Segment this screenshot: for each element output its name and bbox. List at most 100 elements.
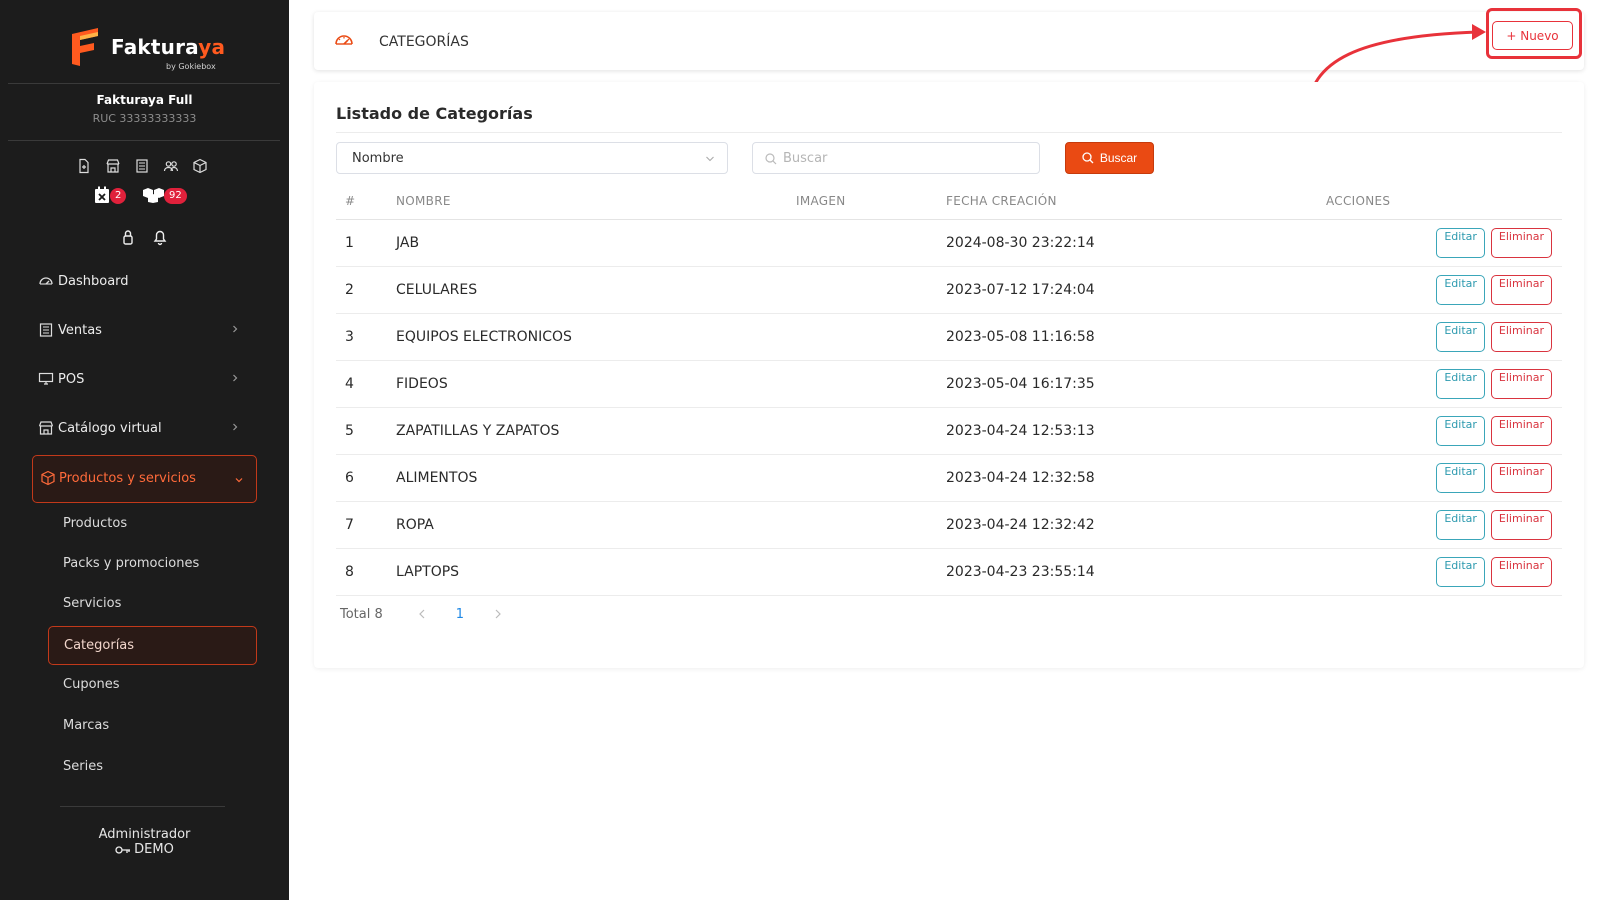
user-actions	[120, 228, 168, 246]
cell-image	[796, 501, 946, 549]
chevron-down-icon	[235, 478, 243, 483]
chevron-left-icon[interactable]	[418, 609, 426, 619]
cell-index: 6	[336, 454, 396, 502]
cell-name: ZAPATILLAS Y ZAPATOS	[396, 407, 796, 455]
nav-item-catalogo-virtual[interactable]: Catálogo virtual	[38, 413, 250, 443]
cell-index: 8	[336, 548, 396, 596]
delete-button[interactable]: Eliminar	[1490, 227, 1552, 258]
cell-image	[796, 454, 946, 502]
brand-logo[interactable]: Fakturaya by Gokiebox	[68, 24, 228, 74]
edit-button[interactable]: Editar	[1436, 462, 1485, 493]
delete-button[interactable]: Eliminar	[1490, 556, 1552, 587]
delete-button[interactable]: Eliminar	[1490, 321, 1552, 352]
delete-button[interactable]: Eliminar	[1490, 415, 1552, 446]
cell-index: 2	[336, 266, 396, 314]
table-header-row: # NOMBRE IMAGEN FECHA CREACIÓN ACCIONES	[336, 183, 1562, 220]
cell-index: 3	[336, 313, 396, 361]
chevron-right-icon	[233, 374, 238, 382]
edit-button[interactable]: Editar	[1436, 321, 1485, 352]
cell-actions: Editar Eliminar	[1326, 501, 1562, 549]
pending-docs-count-badge: 2	[110, 188, 127, 204]
company-name: Fakturaya Full	[96, 93, 193, 107]
list-title: Listado de Categorías	[336, 104, 533, 123]
subnav-item-productos[interactable]: Productos	[63, 516, 127, 531]
cell-name: EQUIPOS ELECTRONICOS	[396, 313, 796, 361]
receipt-icon	[39, 323, 53, 337]
pagination: Total 8 1	[340, 604, 519, 624]
calendar-x-icon	[95, 186, 109, 203]
edit-button[interactable]: Editar	[1436, 274, 1485, 305]
table-row: 1 JAB 2024-08-30 23:22:14 Editar Eliminar	[336, 219, 1562, 267]
receipt-icon[interactable]	[134, 158, 150, 174]
delete-button[interactable]: Eliminar	[1490, 274, 1552, 305]
sidebar-divider	[8, 140, 280, 141]
nav-label: Productos y servicios	[59, 471, 196, 486]
edit-button[interactable]: Editar	[1436, 415, 1485, 446]
cell-actions: Editar Eliminar	[1326, 266, 1562, 314]
delete-button[interactable]: Eliminar	[1490, 462, 1552, 493]
subnav-item-series[interactable]: Series	[63, 759, 103, 774]
filter-field-select[interactable]: Nombre	[336, 142, 728, 174]
search-box	[752, 142, 1040, 174]
users-icon[interactable]	[163, 158, 179, 174]
cell-index: 1	[336, 219, 396, 267]
brand-byline: by Gokiebox	[166, 62, 216, 71]
subnav-item-packs[interactable]: Packs y promociones	[63, 556, 199, 571]
nav-item-dashboard[interactable]: Dashboard	[38, 266, 250, 296]
brand-name: Fakturaya	[111, 35, 226, 59]
gauge-icon	[335, 35, 353, 45]
file-plus-icon[interactable]	[76, 158, 92, 174]
delete-button[interactable]: Eliminar	[1490, 509, 1552, 540]
cell-date: 2023-04-24 12:53:13	[946, 407, 1326, 455]
nav-item-productos-servicios[interactable]: Productos y servicios	[32, 455, 257, 503]
box-icon[interactable]	[192, 158, 208, 174]
column-header-image: IMAGEN	[796, 183, 946, 220]
cell-date: 2023-07-12 17:24:04	[946, 266, 1326, 314]
table-row: 3 EQUIPOS ELECTRONICOS 2023-05-08 11:16:58…	[336, 313, 1562, 361]
subnav-item-marcas[interactable]: Marcas	[63, 718, 109, 733]
search-button[interactable]: Buscar	[1065, 142, 1154, 174]
sidebar: Fakturaya by Gokiebox Fakturaya Full RUC…	[0, 0, 289, 900]
cell-name: LAPTOPS	[396, 548, 796, 596]
nav-item-ventas[interactable]: Ventas	[38, 315, 250, 345]
pagination-total: Total 8	[340, 606, 383, 622]
column-header-date: FECHA CREACIÓN	[946, 183, 1326, 220]
nav-item-pos[interactable]: POS	[38, 364, 250, 394]
new-category-button[interactable]: + Nuevo	[1492, 21, 1573, 50]
cell-actions: Editar Eliminar	[1326, 548, 1562, 596]
search-input[interactable]	[783, 143, 1033, 173]
company-ruc: RUC 33333333333	[92, 112, 197, 125]
table-row: 8 LAPTOPS 2023-04-23 23:55:14 Editar Elimina…	[336, 548, 1562, 596]
cell-image	[796, 360, 946, 408]
edit-button[interactable]: Editar	[1436, 509, 1485, 540]
cell-index: 5	[336, 407, 396, 455]
table-row: 7 ROPA 2023-04-24 12:32:42 Editar Eliminar	[336, 501, 1562, 549]
cell-name: ROPA	[396, 501, 796, 549]
cell-date: 2023-05-08 11:16:58	[946, 313, 1326, 361]
store-icon[interactable]	[105, 158, 121, 174]
notification-badges: 2 92	[92, 186, 212, 208]
cell-image	[796, 313, 946, 361]
bell-icon[interactable]	[152, 228, 168, 246]
chevron-down-icon	[706, 156, 714, 162]
pagination-page-current[interactable]: 1	[456, 607, 464, 622]
edit-button[interactable]: Editar	[1436, 556, 1485, 587]
subnav-item-cupones[interactable]: Cupones	[63, 677, 120, 692]
sidebar-divider	[8, 83, 280, 84]
user-name[interactable]: DEMO	[0, 842, 289, 857]
edit-button[interactable]: Editar	[1436, 227, 1485, 258]
cell-actions: Editar Eliminar	[1326, 313, 1562, 361]
edit-button[interactable]: Editar	[1436, 368, 1485, 399]
lock-icon[interactable]	[120, 228, 136, 246]
search-icon	[765, 153, 777, 165]
cell-image	[796, 219, 946, 267]
delete-button[interactable]: Eliminar	[1490, 368, 1552, 399]
subnav-item-servicios[interactable]: Servicios	[63, 596, 121, 611]
cell-name: JAB	[396, 219, 796, 267]
subnav-item-categorias[interactable]: Categorías	[48, 626, 257, 665]
app-root: Fakturaya by Gokiebox Fakturaya Full RUC…	[0, 0, 1600, 900]
cell-index: 7	[336, 501, 396, 549]
column-header-name: NOMBRE	[396, 183, 796, 220]
quick-actions	[76, 158, 208, 174]
chevron-right-icon[interactable]	[494, 609, 502, 619]
